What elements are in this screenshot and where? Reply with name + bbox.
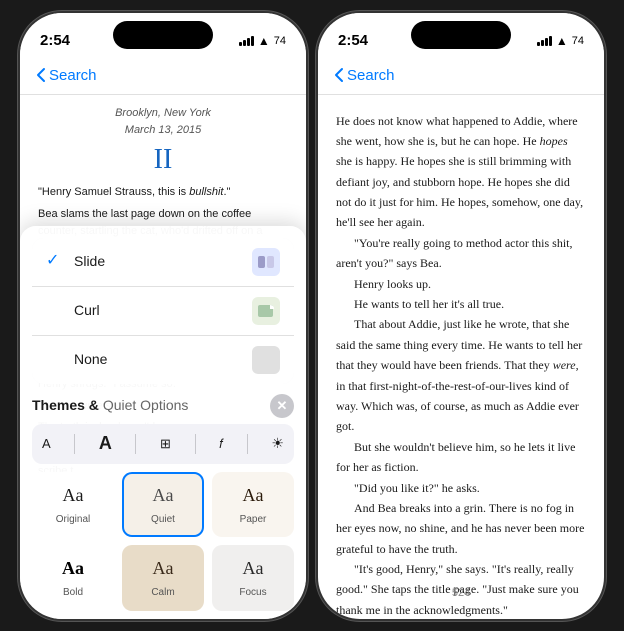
- chapter-number: II: [38, 143, 288, 177]
- read-p4: He wants to tell her it's all true.: [336, 294, 586, 314]
- back-button-right[interactable]: Search: [334, 67, 395, 84]
- theme-original[interactable]: Aa Original: [32, 472, 114, 537]
- theme-quiet-preview: Aa: [153, 482, 174, 510]
- themes-section: Themes & Quiet Options ✕ A A ⊞ 𝑓 ☀: [20, 388, 306, 619]
- dynamic-island-left: [113, 21, 213, 49]
- themes-row: Themes & Quiet Options ✕: [32, 394, 294, 418]
- signal-icon: [239, 36, 254, 46]
- theme-bold-label: Bold: [63, 585, 83, 601]
- read-p8: And Bea breaks into a grin. There is no …: [336, 498, 586, 559]
- left-phone: 2:54 ▲ 74 Search Brook: [18, 11, 308, 621]
- animation-item-slide[interactable]: ✓ Slide: [32, 238, 294, 287]
- read-p5: That about Addie, just like he wrote, th…: [336, 314, 586, 436]
- book-date: March 13, 2015: [38, 122, 288, 139]
- book-content: Brooklyn, New York March 13, 2015 II "He…: [20, 95, 306, 619]
- back-button-left[interactable]: Search: [36, 67, 97, 84]
- wifi-icon-right: ▲: [556, 34, 568, 48]
- checkmark-slide: ✓: [46, 249, 66, 274]
- battery-right: 74: [572, 35, 584, 47]
- none-icon: [252, 346, 280, 374]
- time-left: 2:54: [40, 32, 70, 49]
- theme-calm[interactable]: Aa Calm: [122, 545, 204, 610]
- animation-label-slide: Slide: [74, 251, 105, 273]
- theme-quiet-label: Quiet: [151, 512, 175, 528]
- reading-content: He does not know what happened to Addie,…: [318, 95, 604, 619]
- font-style-icon[interactable]: 𝑓: [219, 434, 223, 454]
- nav-bar-left: Search: [20, 57, 306, 95]
- theme-paper-label: Paper: [240, 512, 267, 528]
- book-para-1: "Henry Samuel Strauss, this is bullshit.…: [38, 184, 288, 202]
- theme-calm-preview: Aa: [153, 555, 174, 583]
- theme-original-label: Original: [56, 512, 90, 528]
- dynamic-island-right: [411, 21, 511, 49]
- theme-focus-preview: Aa: [243, 555, 264, 583]
- close-button[interactable]: ✕: [270, 394, 294, 418]
- theme-quiet[interactable]: Aa Quiet: [122, 472, 204, 537]
- page-number: 524: [452, 584, 470, 603]
- theme-paper-preview: Aa: [243, 482, 264, 510]
- animation-item-curl[interactable]: ✓ Curl: [32, 287, 294, 336]
- animation-label-none: None: [74, 349, 107, 371]
- animation-menu: ✓ Slide ✓ Curl: [32, 238, 294, 384]
- theme-grid: Aa Original Aa Quiet Aa Paper Aa: [32, 472, 294, 611]
- font-large-btn[interactable]: A: [99, 430, 112, 458]
- read-p7: "Did you like it?" he asks.: [336, 478, 586, 498]
- theme-calm-label: Calm: [151, 585, 174, 601]
- time-right: 2:54: [338, 32, 368, 49]
- divider-3: [195, 434, 196, 454]
- status-icons-right: ▲ 74: [537, 34, 584, 48]
- animation-label-curl: Curl: [74, 300, 100, 322]
- divider-2: [135, 434, 136, 454]
- signal-icon-right: [537, 36, 552, 46]
- theme-bold-preview: Aa: [62, 555, 84, 583]
- back-label-right: Search: [347, 67, 395, 84]
- book-header: Brooklyn, New York March 13, 2015 II: [38, 105, 288, 177]
- brightness-icon[interactable]: ☀: [271, 433, 284, 455]
- divider-4: [247, 434, 248, 454]
- wifi-icon: ▲: [258, 34, 270, 48]
- book-location: Brooklyn, New York: [38, 105, 288, 122]
- theme-bold[interactable]: Aa Bold: [32, 545, 114, 610]
- status-icons-left: ▲ 74: [239, 34, 286, 48]
- back-label-left: Search: [49, 67, 97, 84]
- curl-icon: [252, 297, 280, 325]
- font-controls: A A ⊞ 𝑓 ☀: [32, 424, 294, 464]
- theme-paper[interactable]: Aa Paper: [212, 472, 294, 537]
- theme-focus-label: Focus: [239, 585, 266, 601]
- theme-focus[interactable]: Aa Focus: [212, 545, 294, 610]
- font-small-btn[interactable]: A: [42, 434, 51, 454]
- divider-1: [74, 434, 75, 454]
- theme-original-preview: Aa: [63, 482, 84, 510]
- animation-item-none[interactable]: ✓ None: [32, 336, 294, 384]
- right-phone: 2:54 ▲ 74 Search He does not kn: [316, 11, 606, 621]
- read-p3: Henry looks up.: [336, 274, 586, 294]
- slide-icon: [252, 248, 280, 276]
- font-format-icon[interactable]: ⊞: [160, 434, 171, 454]
- read-p2: "You're really going to method actor thi…: [336, 233, 586, 274]
- nav-bar-right: Search: [318, 57, 604, 95]
- battery-left: 74: [274, 35, 286, 47]
- overlay-panel: ✓ Slide ✓ Curl: [20, 226, 306, 619]
- read-p1: He does not know what happened to Addie,…: [336, 111, 586, 233]
- themes-label: Themes & Quiet Options: [32, 395, 188, 417]
- read-p6: But she wouldn't believe him, so he lets…: [336, 437, 586, 478]
